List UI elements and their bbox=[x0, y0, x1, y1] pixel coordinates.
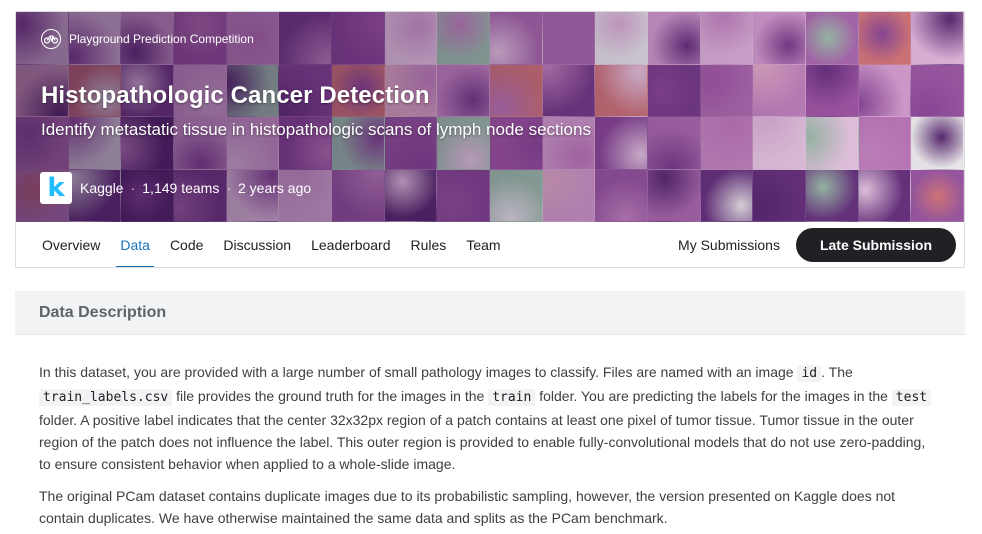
host-row: k Kaggle · 1,149 teams · 2 years ago bbox=[40, 172, 311, 204]
tab-team[interactable]: Team bbox=[466, 222, 500, 267]
inline-code-train-labels: train_labels.csv bbox=[39, 389, 173, 406]
competition-header-card: Playground Prediction Competition Histop… bbox=[15, 11, 965, 268]
tab-rules[interactable]: Rules bbox=[411, 222, 447, 267]
competition-type: Playground Prediction Competition bbox=[41, 29, 254, 49]
inline-code-id: id bbox=[797, 365, 822, 382]
description-text: . The bbox=[821, 364, 853, 380]
separator: · bbox=[226, 180, 231, 196]
bicycle-icon bbox=[41, 29, 61, 49]
tab-discussion[interactable]: Discussion bbox=[223, 222, 291, 267]
competition-title: Histopathologic Cancer Detection bbox=[41, 82, 430, 109]
separator: · bbox=[130, 180, 136, 196]
late-submission-button[interactable]: Late Submission bbox=[795, 228, 956, 262]
description-text: file provides the ground truth for the i… bbox=[172, 388, 489, 404]
section-title: Data Description bbox=[39, 303, 167, 321]
competition-subtitle: Identify metastatic tissue in histopatho… bbox=[41, 120, 591, 139]
my-submissions-link[interactable]: My Submissions bbox=[678, 237, 780, 253]
tab-leaderboard[interactable]: Leaderboard bbox=[311, 222, 390, 267]
description-paragraph-2: The original PCam dataset contains dupli… bbox=[39, 488, 896, 526]
tab-data[interactable]: Data bbox=[116, 222, 154, 267]
tab-actions: My Submissions Late Submission bbox=[678, 228, 964, 262]
inline-code-train: train bbox=[488, 389, 536, 406]
competition-banner: Playground Prediction Competition Histop… bbox=[16, 12, 964, 222]
description-text: folder. A positive label indicates that … bbox=[39, 412, 926, 472]
description-paragraph-1: In this dataset, you are provided with a… bbox=[39, 361, 934, 475]
section-header: Data Description bbox=[15, 291, 965, 335]
competition-type-label: Playground Prediction Competition bbox=[69, 32, 254, 46]
posted-time: 2 years ago bbox=[238, 180, 312, 196]
data-description: In this dataset, you are provided with a… bbox=[39, 361, 934, 534]
kaggle-logo-icon[interactable]: k bbox=[40, 172, 72, 204]
competition-tabs: Overview Data Code Discussion Leaderboar… bbox=[16, 222, 964, 267]
inline-code-test: test bbox=[891, 389, 932, 406]
tab-code[interactable]: Code bbox=[170, 222, 203, 267]
description-text: In this dataset, you are provided with a… bbox=[39, 364, 798, 380]
host-name[interactable]: Kaggle bbox=[80, 180, 124, 196]
description-text: folder. You are predicting the labels fo… bbox=[535, 388, 892, 404]
team-count[interactable]: 1,149 teams bbox=[142, 180, 219, 196]
tab-overview[interactable]: Overview bbox=[42, 222, 100, 267]
